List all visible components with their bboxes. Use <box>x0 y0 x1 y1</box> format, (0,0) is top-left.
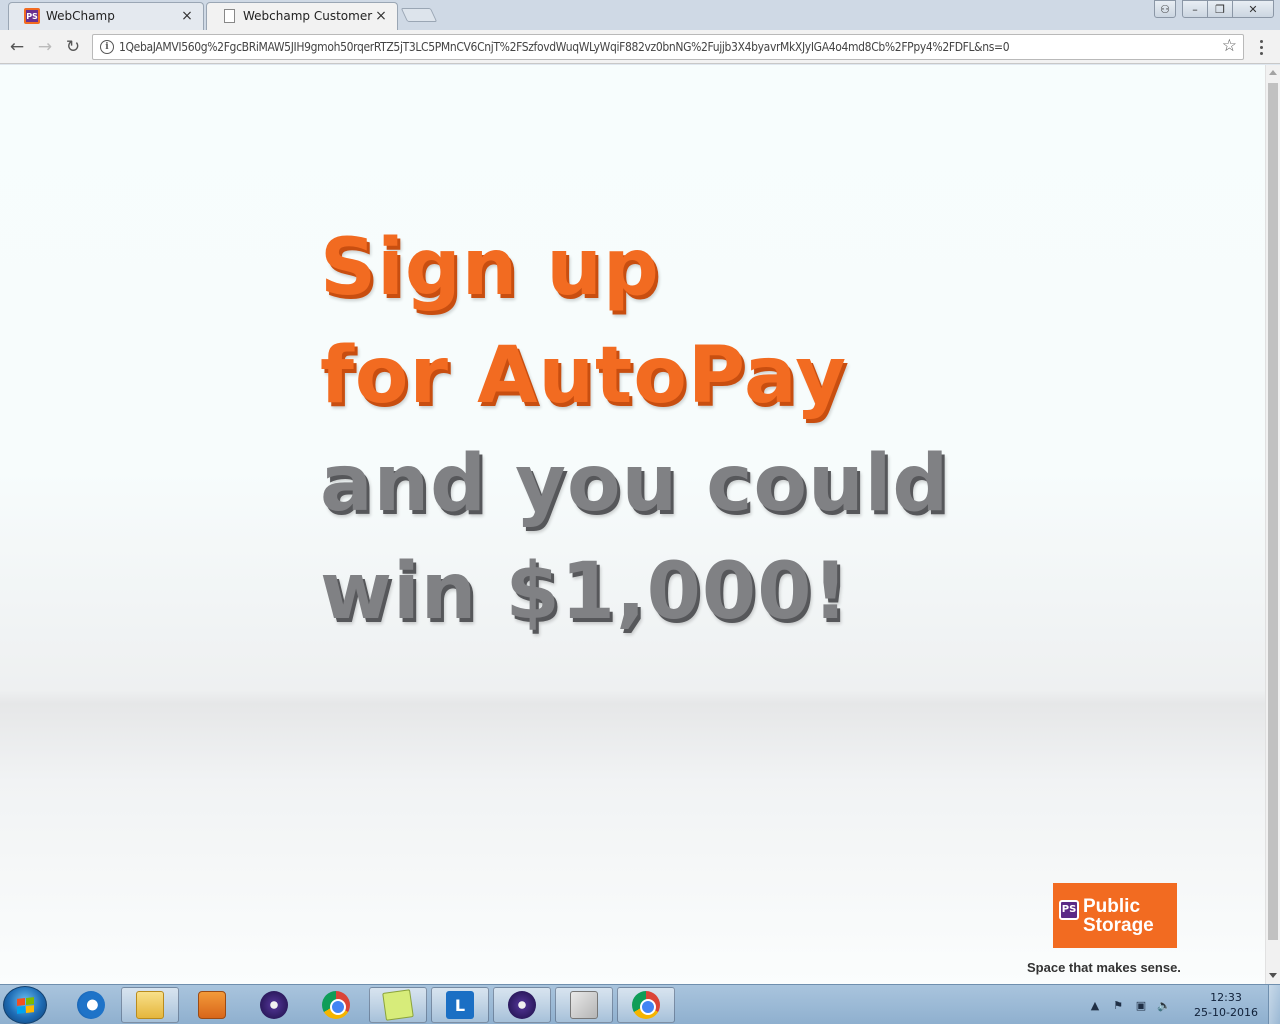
close-icon[interactable]: × <box>180 8 194 24</box>
page-icon <box>224 9 235 23</box>
network-icon[interactable]: ▣ <box>1134 999 1148 1012</box>
bookmark-star-icon[interactable]: ☆ <box>1222 36 1237 56</box>
url-text[interactable]: 1QebaJAMVI560g%2FgcBRiMAW5JIH9gmoh50rqer… <box>119 40 1219 54</box>
reload-button[interactable]: ↻ <box>62 36 84 58</box>
internet-explorer-icon[interactable] <box>62 987 120 1023</box>
scroll-thumb[interactable] <box>1268 83 1278 940</box>
volume-icon[interactable]: 🔈 <box>1157 999 1171 1012</box>
info-icon[interactable]: i <box>100 40 114 54</box>
windows-explorer-icon[interactable] <box>121 987 179 1023</box>
tools-icon[interactable] <box>555 987 613 1023</box>
scroll-down-icon[interactable] <box>1269 973 1277 978</box>
chrome-icon[interactable] <box>307 987 365 1023</box>
clock[interactable]: 12:33 25-10-2016 <box>1190 990 1262 1020</box>
clock-date: 25-10-2016 <box>1194 1006 1258 1019</box>
sticky-notes-icon[interactable] <box>369 987 427 1023</box>
action-center-flag-icon[interactable]: ⚑ <box>1111 999 1125 1012</box>
lync-icon[interactable]: L <box>431 987 489 1023</box>
public-storage-icon: PS <box>24 8 40 24</box>
headline-line-1: Sign up <box>320 223 660 313</box>
system-tray: ▲ ⚑ ▣ 🔈 <box>1088 985 1171 1024</box>
eclipse-icon[interactable] <box>245 987 303 1023</box>
minimize-button[interactable]: – <box>1182 0 1208 18</box>
public-storage-logo: PS Public Storage <box>1053 883 1177 948</box>
tagline: Space that makes sense. <box>1027 960 1181 975</box>
media-player-icon[interactable] <box>183 987 241 1023</box>
new-tab-button[interactable] <box>400 8 438 22</box>
tab-webchamp-customer[interactable]: Webchamp Customer Fa × <box>206 2 398 30</box>
tab-title: WebChamp <box>46 9 115 23</box>
eclipse-icon[interactable] <box>493 987 551 1023</box>
profile-button[interactable]: ⚇ <box>1154 0 1176 18</box>
browser-titlebar: PS WebChamp × Webchamp Customer Fa × ⚇ –… <box>0 0 1280 30</box>
address-bar[interactable]: i 1QebaJAMVI560g%2FgcBRiMAW5JIH9gmoh50rq… <box>92 34 1244 60</box>
restore-button[interactable]: ❐ <box>1207 0 1233 18</box>
logo-text-public: Public <box>1083 895 1141 917</box>
forward-button[interactable]: → <box>34 36 56 58</box>
chrome-menu-icon[interactable] <box>1254 38 1268 56</box>
close-window-button[interactable]: ✕ <box>1232 0 1274 18</box>
tab-webchamp[interactable]: PS WebChamp × <box>8 2 204 30</box>
vertical-scrollbar[interactable] <box>1265 65 1280 984</box>
scroll-up-icon[interactable] <box>1269 70 1277 75</box>
headline-line-2: for AutoPay <box>320 331 848 421</box>
page-viewport: Sign up for AutoPay and you could win $1… <box>0 65 1265 984</box>
clock-time: 12:33 <box>1210 991 1242 1004</box>
chrome-icon[interactable] <box>617 987 675 1023</box>
public-storage-icon: PS <box>1059 899 1079 920</box>
logo-text-storage: Storage <box>1083 914 1154 936</box>
windows-logo-icon <box>16 996 34 1014</box>
tab-title: Webchamp Customer Fa <box>243 9 374 23</box>
windows-taskbar: L ▲ ⚑ ▣ 🔈 12:33 25-10-2016 <box>0 984 1280 1024</box>
back-button[interactable]: ← <box>6 36 28 58</box>
headline-line-3: and you could <box>320 439 950 529</box>
show-desktop-button[interactable] <box>1268 985 1280 1024</box>
start-button[interactable] <box>3 986 47 1024</box>
browser-toolbar: ← → ↻ i 1QebaJAMVI560g%2FgcBRiMAW5JIH9gm… <box>0 30 1280 64</box>
headline-line-4: win $1,000! <box>320 547 850 637</box>
show-hidden-icons-icon[interactable]: ▲ <box>1088 999 1102 1012</box>
close-icon[interactable]: × <box>374 8 388 24</box>
